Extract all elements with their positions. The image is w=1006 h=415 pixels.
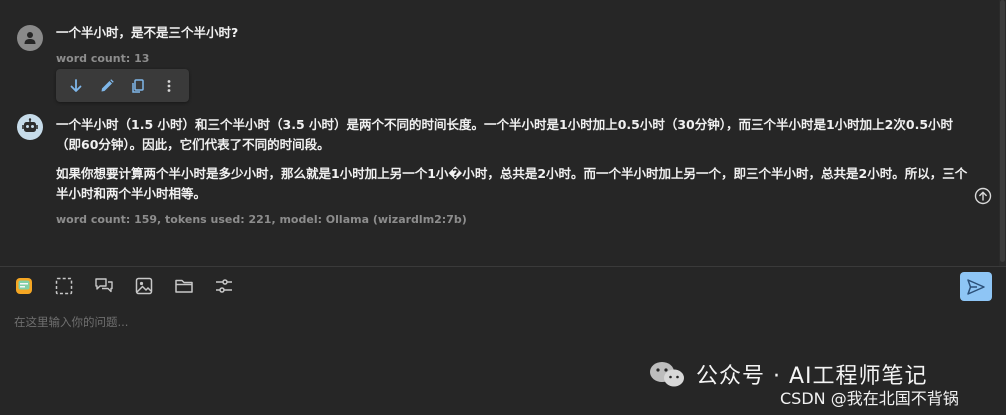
scrollbar-thumb[interactable] xyxy=(1000,0,1005,262)
settings-button[interactable] xyxy=(214,276,234,296)
message-actions xyxy=(56,69,189,102)
chat-bubble-icon xyxy=(16,278,32,294)
person-icon xyxy=(24,32,36,44)
folder-icon xyxy=(175,279,193,293)
robot-icon xyxy=(22,118,38,132)
bot-message-paragraph-1: 一个半小时（1.5 小时）和三个半小时（3.5 小时）是两个不同的时间长度。一个… xyxy=(56,117,954,152)
scroll-up-button[interactable] xyxy=(974,187,992,205)
copy-button[interactable] xyxy=(126,74,150,98)
image-upload-button[interactable] xyxy=(134,276,154,296)
send-button[interactable] xyxy=(960,272,992,301)
more-button[interactable] xyxy=(157,74,181,98)
send-icon xyxy=(967,278,985,295)
user-message-meta: word count: 13 xyxy=(56,52,150,65)
csdn-watermark: CSDN @我在北国不背锅 xyxy=(780,389,959,408)
user-message-text: 一个半小时，是不是三个半小时? xyxy=(56,25,239,40)
more-vertical-icon xyxy=(167,79,171,92)
conversation-icon xyxy=(95,278,113,293)
pencil-icon xyxy=(101,78,114,91)
download-button[interactable] xyxy=(64,74,88,98)
folder-button[interactable] xyxy=(174,276,194,296)
wechat-logo xyxy=(650,362,684,387)
arrow-down-icon xyxy=(70,78,82,92)
conversation-button[interactable] xyxy=(94,276,114,296)
copy-icon xyxy=(132,78,144,93)
chat-mode-button[interactable] xyxy=(14,276,34,296)
bot-message-meta: word count: 159, tokens used: 221, model… xyxy=(56,213,467,226)
select-region-button[interactable] xyxy=(54,276,74,296)
edit-button[interactable] xyxy=(95,74,119,98)
input-toolbar xyxy=(14,276,254,296)
divider xyxy=(0,266,1006,267)
arrow-up-circle-icon xyxy=(974,187,992,205)
bot-avatar xyxy=(17,114,43,140)
settings-sliders-icon xyxy=(216,279,232,293)
select-region-icon xyxy=(55,277,73,295)
bot-message-paragraph-2: 如果你想要计算两个半小时是多少小时，那么就是1小时加上另一个1小�小时，总共是2… xyxy=(56,166,968,201)
message-input[interactable] xyxy=(14,310,954,334)
chat-area: 一个半小时，是不是三个半小时? word count: 13 一个半小时（1.5… xyxy=(0,0,1006,266)
user-avatar xyxy=(17,25,43,51)
image-icon xyxy=(135,277,153,295)
chat-scrollbar[interactable] xyxy=(999,0,1006,266)
